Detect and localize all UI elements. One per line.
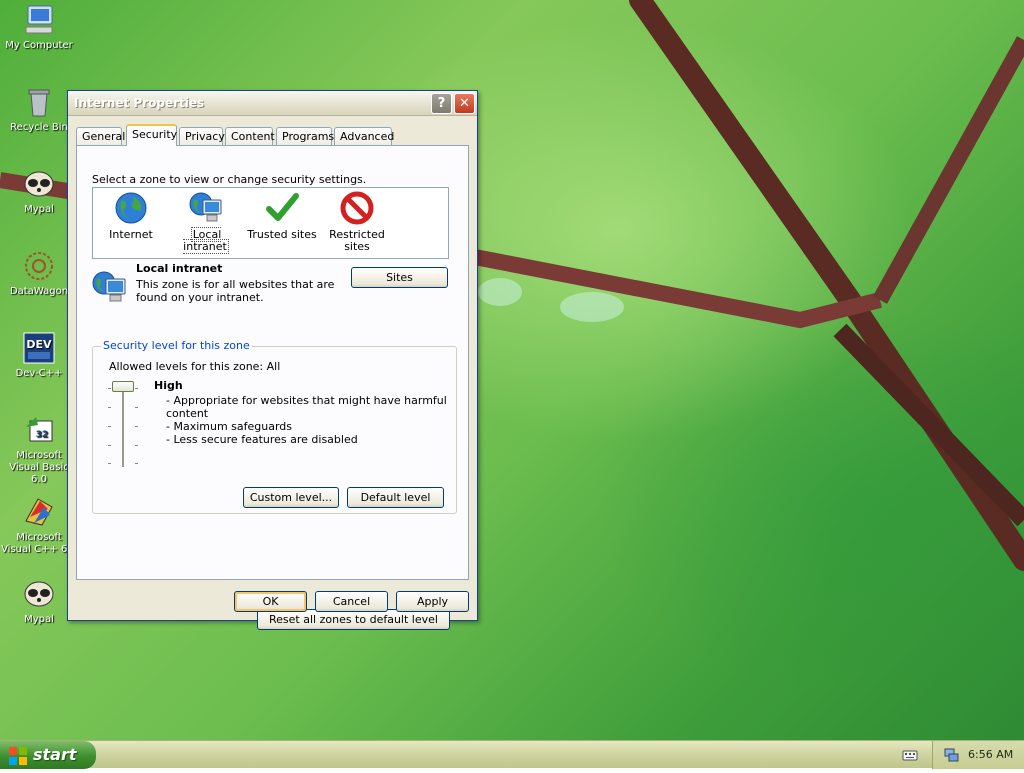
level-bullet: - Maximum safeguards <box>166 420 293 433</box>
slider-tick <box>135 407 138 408</box>
tab-programs[interactable]: Programs <box>276 127 334 146</box>
level-bullet: content <box>166 407 209 420</box>
desktop-icon-label: My Computer <box>5 40 73 51</box>
tab-content[interactable]: Content <box>225 127 275 146</box>
security-level-name: High <box>154 379 183 392</box>
slider-tick <box>108 388 111 389</box>
intranet-icon <box>189 191 223 225</box>
sites-button[interactable]: Sites <box>351 267 448 288</box>
tab-privacy[interactable]: Privacy <box>179 127 225 146</box>
internet-properties-window: Internet Properties ? ✕ General Security… <box>67 90 478 630</box>
slider-tick <box>108 426 111 427</box>
clock[interactable]: 6:56 AM <box>968 748 1013 761</box>
zone-list: Internet Local intranet Trusted sites Re… <box>92 187 449 259</box>
svg-text:DEV: DEV <box>26 338 52 351</box>
intranet-icon <box>92 269 128 305</box>
zone-info-description: This zone is for all websites that are f… <box>136 278 335 304</box>
start-button[interactable]: start <box>0 741 96 769</box>
desktop-icon-label: Microsoft Visual Basic 6.0 <box>9 450 69 485</box>
ok-button[interactable]: OK <box>234 591 307 612</box>
slider-tick <box>135 388 138 389</box>
cancel-button[interactable]: Cancel <box>315 591 388 612</box>
default-level-button[interactable]: Default level <box>347 487 444 508</box>
slider-tick <box>108 445 111 446</box>
taskbar: start 6:56 AM <box>0 740 1024 769</box>
security-level-slider-thumb[interactable] <box>112 381 134 392</box>
globe-icon <box>114 191 148 225</box>
tab-security[interactable]: Security <box>126 124 177 146</box>
desktop-icon-label: DataWagon <box>9 286 69 297</box>
start-label: start <box>33 745 77 764</box>
reset-all-zones-button[interactable]: Reset all zones to default level <box>257 609 450 630</box>
mypal-icon <box>22 577 56 611</box>
close-button[interactable]: ✕ <box>454 93 475 114</box>
desktop-icon-label: Recycle Bin <box>10 122 68 133</box>
level-bullet: - Less secure features are disabled <box>166 433 358 446</box>
zone-label: Local intranet <box>183 227 229 254</box>
security-level-description: - Appropriate for websites that might ha… <box>166 394 447 446</box>
zone-internet[interactable]: Internet <box>93 191 169 241</box>
network-icon[interactable] <box>943 747 959 763</box>
visual-basic-icon: 32 <box>22 413 56 447</box>
checkmark-icon <box>265 191 299 225</box>
window-title: Internet Properties <box>74 96 205 110</box>
slider-tick <box>135 463 138 464</box>
desktop-icon-label: Mypal <box>24 614 54 625</box>
help-button[interactable]: ? <box>431 93 452 114</box>
system-tray: 6:56 AM <box>932 741 1024 769</box>
slider-tick <box>108 463 111 464</box>
desktop-icon-my-computer[interactable]: My Computer <box>0 3 78 52</box>
keyboard-icon[interactable] <box>902 747 918 763</box>
apply-button[interactable]: Apply <box>396 591 469 612</box>
desktop-icon-label: Mypal <box>24 204 54 215</box>
mypal-icon <box>22 167 56 201</box>
slider-tick <box>135 445 138 446</box>
zone-label: Trusted sites <box>247 228 317 241</box>
security-level-group: Security level for this zone Allowed lev… <box>92 339 457 514</box>
desktop-icon-label: Dev-C++ <box>15 368 63 379</box>
slider-tick <box>135 426 138 427</box>
computer-icon <box>22 3 56 37</box>
custom-level-button[interactable]: Custom level... <box>243 487 339 508</box>
svg-text:32: 32 <box>36 430 49 440</box>
zone-instruction: Select a zone to view or change security… <box>92 173 367 186</box>
desktop-icon-label: Microsoft Visual C++ 6.0 <box>1 532 77 555</box>
visual-cpp-icon <box>22 495 56 529</box>
zone-label: Internet <box>109 228 153 241</box>
tab-general[interactable]: General <box>76 127 125 146</box>
restricted-icon <box>340 191 374 225</box>
title-bar[interactable]: Internet Properties ? ✕ <box>68 91 477 116</box>
zone-local-intranet[interactable]: Local intranet <box>168 191 244 254</box>
allowed-levels-label: Allowed levels for this zone: All <box>109 360 281 373</box>
security-level-slider-track[interactable] <box>122 385 124 467</box>
zone-trusted-sites[interactable]: Trusted sites <box>244 191 320 241</box>
datawagon-icon <box>22 249 56 283</box>
tab-advanced[interactable]: Advanced <box>334 127 394 146</box>
recycle-bin-icon <box>22 85 56 119</box>
zone-label: Restricted sites <box>329 228 385 253</box>
security-tab-panel: Select a zone to view or change security… <box>76 145 469 630</box>
dev-cpp-icon: DEV <box>22 331 56 365</box>
zone-restricted-sites[interactable]: Restricted sites <box>319 191 395 253</box>
slider-tick <box>108 407 111 408</box>
level-bullet: - Appropriate for websites that might ha… <box>166 394 447 407</box>
windows-logo-icon <box>9 746 27 765</box>
security-level-group-title: Security level for this zone <box>101 339 252 352</box>
zone-info-title: Local intranet <box>136 262 223 275</box>
